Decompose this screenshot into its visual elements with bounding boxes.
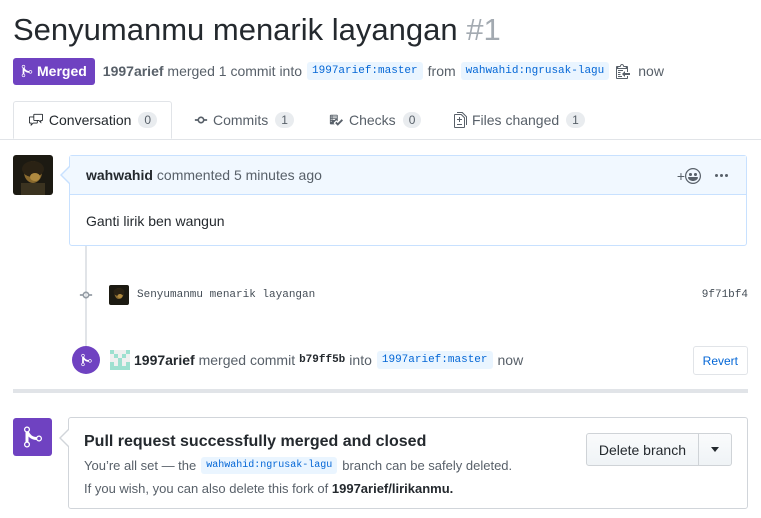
- pr-title-text: Senyumanmu menarik layangan: [13, 12, 458, 47]
- git-merge-icon: [21, 64, 33, 78]
- timeline-separator: [13, 389, 748, 393]
- fork-link[interactable]: 1997arief/lirikanmu.: [332, 481, 453, 496]
- tab-commits[interactable]: Commits 1: [194, 101, 294, 139]
- merge-time: now: [497, 352, 524, 368]
- merge-event-badge: [72, 346, 100, 374]
- triangle-down-icon: [711, 447, 719, 452]
- tab-conversation[interactable]: Conversation 0: [13, 101, 172, 139]
- merge-text: merged commit: [198, 352, 296, 368]
- pr-title: Senyumanmu menarik layangan #1: [13, 12, 501, 48]
- commit-message[interactable]: Senyumanmu menarik layangan: [137, 289, 315, 301]
- checklist-icon: [329, 114, 343, 126]
- comment-box: wahwahid commented 5 minutes ago + Ganti…: [69, 155, 747, 246]
- merge-event: 1997arief merged commit b79ff5b into 199…: [72, 345, 748, 375]
- fork-line-before: If you wish, you can also delete this fo…: [84, 481, 329, 496]
- merged-line1-after: branch can be safely deleted.: [342, 458, 513, 473]
- merged-line1-before: You’re all set — the: [84, 458, 197, 473]
- merge-ref[interactable]: 1997arief:master: [376, 351, 493, 369]
- merged-box-arrow-fill: [61, 430, 69, 446]
- merge-into-text: into: [349, 352, 372, 368]
- kebab-horizontal-icon[interactable]: [715, 168, 728, 184]
- status-badge: Merged: [13, 57, 95, 85]
- pr-meta: Merged 1997arief merged 1 commit into 19…: [13, 57, 664, 85]
- merged-title: Pull request successfully merged and clo…: [84, 433, 427, 450]
- merge-actor[interactable]: 1997arief: [134, 352, 195, 368]
- merged-text: merged 1 commit into: [167, 63, 303, 79]
- merge-actor-avatar[interactable]: [110, 350, 130, 370]
- add-reaction-button[interactable]: +: [677, 167, 701, 184]
- merged-box: Pull request successfully merged and clo…: [68, 417, 748, 509]
- status-badge-label: Merged: [37, 63, 87, 79]
- commit-avatar[interactable]: [109, 285, 129, 305]
- tab-checks[interactable]: Checks 0: [328, 101, 422, 139]
- avatar[interactable]: [13, 155, 53, 195]
- clippy-icon[interactable]: [616, 63, 631, 79]
- revert-button[interactable]: Revert: [692, 346, 748, 375]
- merged-status-icon: [13, 418, 52, 456]
- file-diff-icon: [454, 112, 467, 128]
- git-commit-icon: [79, 291, 93, 299]
- identicon-image: [110, 350, 130, 370]
- pr-tabs: Conversation 0 Commits 1 Checks 0 Files …: [0, 101, 761, 140]
- smiley-icon: [685, 167, 701, 184]
- comment-arrow-fill: [62, 167, 70, 183]
- merged-branch-ref[interactable]: wahwahid:ngrusak-lagu: [201, 457, 338, 474]
- avatar-image: [13, 155, 53, 195]
- delete-branch-dropdown[interactable]: [699, 433, 732, 466]
- comment-actions: +: [677, 156, 728, 195]
- git-merge-icon: [23, 426, 42, 448]
- base-ref[interactable]: 1997arief:master: [307, 62, 423, 80]
- from-text: from: [427, 63, 456, 79]
- head-ref[interactable]: wahwahid:ngrusak-lagu: [460, 62, 610, 80]
- commit-row: Senyumanmu menarik layangan 9f71bf4: [78, 283, 748, 307]
- commit-sha[interactable]: 9f71bf4: [702, 289, 748, 301]
- commit-avatar-image: [109, 285, 129, 305]
- pr-number: #1: [466, 12, 501, 47]
- comment-action: commented 5 minutes ago: [156, 167, 322, 183]
- comment-body: Ganti lirik ben wangun: [86, 213, 225, 229]
- fork-message: If you wish, you can also delete this fo…: [84, 481, 453, 496]
- merge-sha[interactable]: b79ff5b: [299, 354, 345, 366]
- comment-author[interactable]: wahwahid: [86, 167, 153, 183]
- tab-files-changed[interactable]: Files changed 1: [454, 101, 585, 139]
- tab-counter: 1: [566, 112, 585, 128]
- tab-label: Conversation: [48, 112, 132, 128]
- pr-time: now: [638, 63, 664, 79]
- merged-message: You’re all set — the wahwahid:ngrusak-la…: [84, 457, 512, 474]
- delete-branch-button[interactable]: Delete branch: [585, 433, 699, 466]
- pr-author-link[interactable]: 1997arief: [103, 63, 164, 79]
- comment-header: wahwahid commented 5 minutes ago +: [70, 156, 746, 195]
- comment-discussion-icon: [28, 113, 43, 127]
- tab-counter: 1: [275, 112, 294, 128]
- tab-label: Checks: [349, 112, 396, 128]
- tab-label: Commits: [213, 112, 269, 128]
- git-commit-icon: [194, 116, 208, 124]
- tab-counter: 0: [138, 112, 158, 128]
- git-merge-icon: [80, 353, 92, 367]
- tab-label: Files changed: [472, 112, 560, 128]
- delete-branch-group: Delete branch: [585, 433, 732, 466]
- tab-counter: 0: [402, 112, 422, 128]
